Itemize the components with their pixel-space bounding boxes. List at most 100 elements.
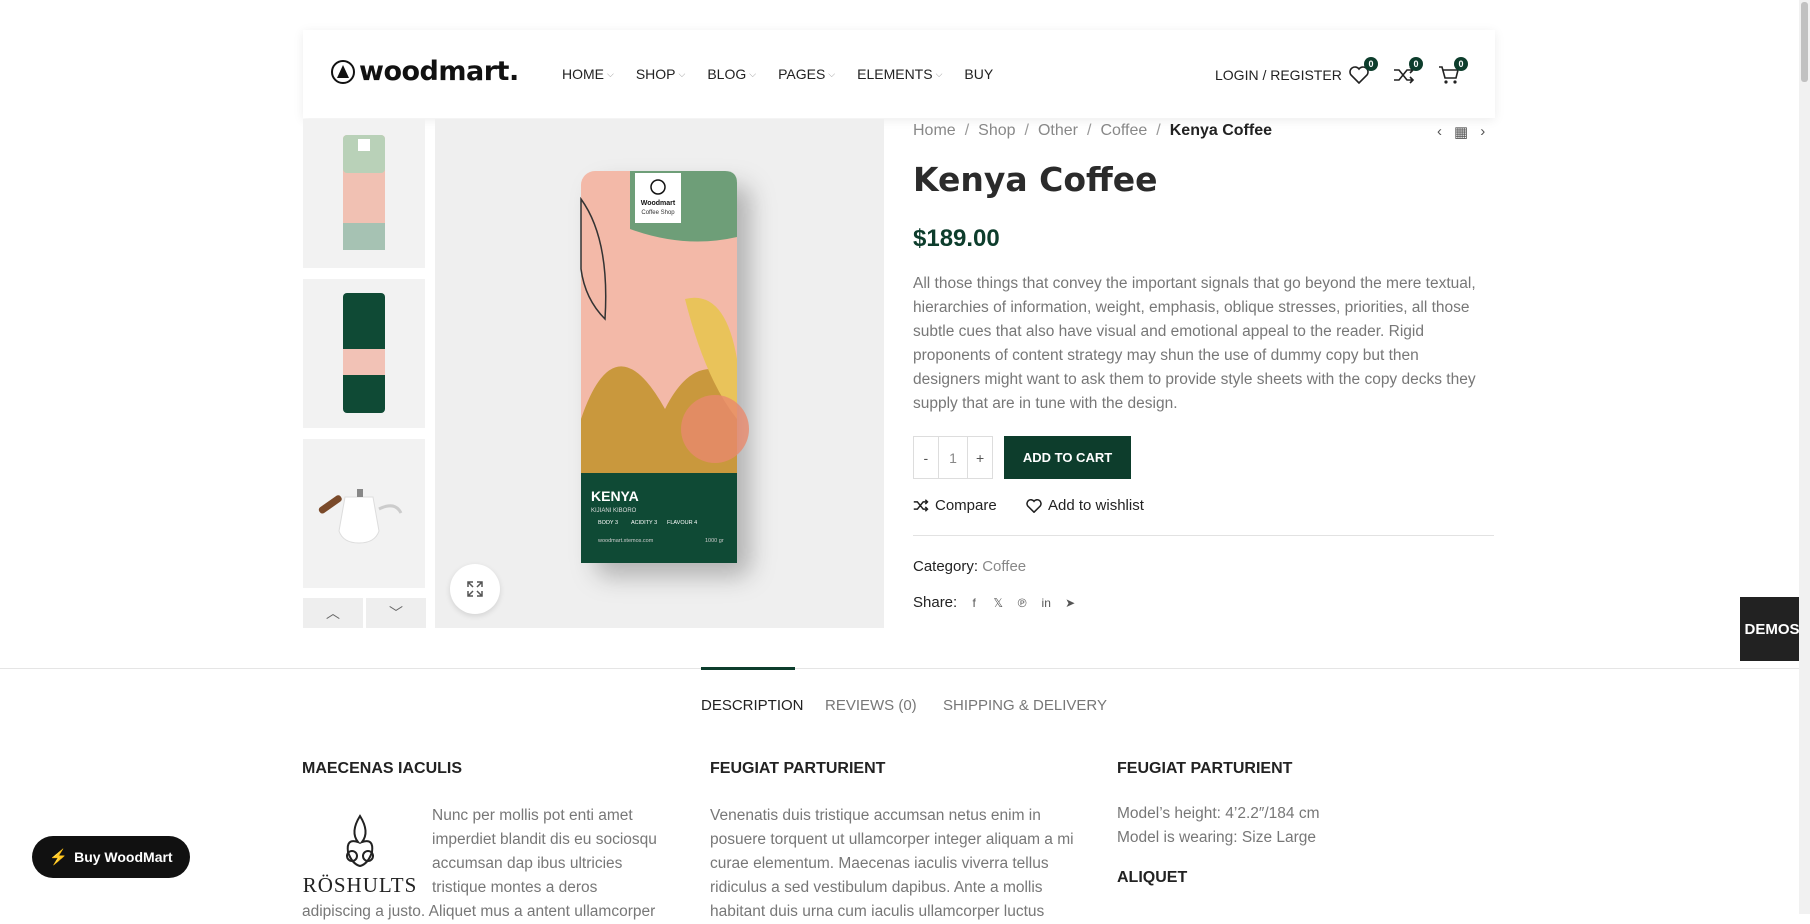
quantity-stepper: - 1 + [913, 436, 993, 479]
breadcrumb-separator: / [1156, 122, 1161, 139]
coffee-bag-pink-thumb [343, 135, 385, 250]
nav-elements[interactable]: ELEMENTS ⌵ [857, 66, 942, 82]
coffee-bag-green-thumb [343, 293, 385, 413]
nav-label: SHOP [635, 66, 676, 82]
gallery-thumb-1[interactable] [303, 119, 425, 268]
chevron-right-icon[interactable]: › [1480, 123, 1485, 141]
cart-button[interactable]: 0 [1437, 57, 1468, 87]
cart-count-badge: 0 [1454, 57, 1468, 71]
tabs-divider [0, 668, 1799, 669]
gallery-thumb-3[interactable] [303, 439, 425, 588]
nav-label: BUY [964, 66, 994, 82]
compare-link[interactable]: Compare [913, 497, 997, 514]
pack-brand-text: Woodmart [641, 200, 676, 207]
divider [913, 535, 1494, 536]
product-category: Category: Coffee [913, 558, 1026, 575]
logo-tree-icon [331, 59, 355, 84]
roshults-logo-text: RÖSHULTS [302, 873, 418, 897]
col2-text: Venenatis duis tristique accumsan netus … [710, 807, 1074, 920]
nav-blog[interactable]: BLOG ⌵ [707, 66, 756, 82]
category-link[interactable]: Coffee [982, 558, 1026, 575]
buy-woodmart-button[interactable]: ⚡ Buy WoodMart [32, 836, 190, 878]
thumb-next-button[interactable]: ﹀ [366, 598, 426, 628]
nav-shop[interactable]: SHOP ⌵ [636, 66, 686, 82]
pack-tag: FLAVOUR 4 [667, 520, 697, 526]
facebook-icon[interactable]: f [967, 596, 981, 610]
model-size: Model is wearing: Size Large [1117, 829, 1317, 846]
pack-sub-text: KIJIANI KIBORO [591, 508, 637, 514]
compare-count-badge: 0 [1409, 57, 1423, 71]
share-label: Share: [913, 594, 958, 611]
tab-shipping-delivery[interactable]: SHIPPING & DELIVERY [943, 697, 1107, 714]
site-logo[interactable]: woodmart. [331, 56, 519, 87]
tab-description[interactable]: DESCRIPTION [701, 697, 804, 714]
col3-heading2: ALIQUET [1117, 869, 1188, 886]
login-register-link[interactable]: LOGIN / REGISTER [1215, 67, 1342, 83]
breadcrumb-shop[interactable]: Shop [978, 122, 1015, 139]
pinterest-icon[interactable]: ℗ [1015, 596, 1029, 610]
product-price: $189.00 [913, 225, 1000, 252]
chevron-down-icon: ⌵ [749, 68, 757, 79]
nav-buy[interactable]: BUY [964, 66, 993, 82]
nav-label: BLOG [707, 66, 747, 82]
col1-text-wrap: adipiscing a justo. Aliquet mus a antent… [302, 903, 656, 920]
scrollbar-thumb[interactable] [1801, 2, 1808, 82]
scrollbar[interactable] [1799, 0, 1810, 914]
share-row: Share: f 𝕏 ℗ in ➤ [913, 594, 1077, 611]
nav-pages[interactable]: PAGES ⌵ [778, 66, 835, 82]
pack-weight-text: 1000 gr [705, 538, 724, 544]
breadcrumb-separator: / [964, 122, 970, 139]
col3-heading: FEUGIAT PARTURIENT [1117, 760, 1293, 777]
gallery-thumb-2[interactable] [303, 279, 425, 428]
pack-tag: ACIDITY 3 [631, 520, 657, 526]
expand-icon [467, 581, 483, 597]
qty-input[interactable]: 1 [937, 437, 969, 478]
chevron-down-icon: ⌵ [678, 68, 686, 79]
pack-shop-text: Coffee Shop [641, 210, 675, 216]
compare-label: Compare [935, 497, 997, 514]
chevron-left-icon[interactable]: ‹ [1437, 123, 1442, 141]
breadcrumb-coffee[interactable]: Coffee [1100, 122, 1147, 139]
lightning-icon: ⚡ [49, 849, 69, 866]
qty-minus-button[interactable]: - [914, 437, 938, 478]
logo-text: woodmart. [359, 56, 519, 87]
thumb-prev-button[interactable]: ︿ [303, 598, 363, 628]
telegram-icon[interactable]: ➤ [1063, 596, 1077, 610]
qty-plus-button[interactable]: + [968, 437, 992, 478]
x-icon[interactable]: 𝕏 [991, 596, 1005, 610]
wishlist-count-badge: 0 [1364, 57, 1378, 71]
main-product-image[interactable]: Woodmart Coffee Shop KENYA KIJIANI KIBOR… [435, 119, 884, 628]
breadcrumb-home[interactable]: Home [913, 122, 956, 139]
chevron-down-icon: ⌵ [935, 68, 943, 79]
linkedin-icon[interactable]: in [1039, 596, 1053, 610]
col2-heading: FEUGIAT PARTURIENT [710, 760, 886, 777]
pack-url-text: woodmart.xtemos.com [597, 538, 654, 544]
category-label: Category: [913, 558, 979, 575]
coffee-bag-image: Woodmart Coffee Shop KENYA KIJIANI KIBOR… [580, 171, 749, 563]
add-to-cart-button[interactable]: ADD TO CART [1004, 436, 1131, 479]
wishlist-button[interactable]: 0 [1347, 57, 1378, 87]
tab-reviews[interactable]: REVIEWS (0) [825, 697, 917, 714]
flame-logo-icon [346, 814, 374, 868]
product-description: All those things that convey the importa… [913, 275, 1476, 412]
chevron-down-icon: ﹀ [389, 605, 403, 621]
chevron-down-icon: ⌵ [607, 68, 614, 79]
breadcrumb-separator: / [1024, 122, 1029, 139]
wishlist-label: Add to wishlist [1048, 497, 1144, 514]
grid-icon[interactable]: ▦ [1454, 123, 1468, 141]
nav-label: ELEMENTS [857, 66, 933, 82]
product-title: Kenya Coffee [913, 160, 1158, 199]
breadcrumb-current: Kenya Coffee [1169, 122, 1272, 139]
chevron-down-icon: ⌵ [828, 68, 836, 79]
nav-home[interactable]: HOME ⌵ [562, 66, 614, 82]
breadcrumb-other[interactable]: Other [1038, 122, 1078, 139]
breadcrumb-separator: / [1086, 122, 1092, 139]
main-nav: HOME ⌵ SHOP ⌵ BLOG ⌵ PAGES ⌵ ELEMENTS ⌵ BUY [562, 66, 1015, 82]
active-tab-indicator [701, 667, 795, 670]
chevron-up-icon: ︿ [326, 605, 340, 621]
zoom-button[interactable] [450, 564, 500, 614]
add-to-wishlist-link[interactable]: Add to wishlist [1026, 497, 1144, 514]
compare-button[interactable]: 0 [1392, 57, 1423, 87]
roshults-logo: RÖSHULTS [302, 812, 418, 897]
demos-button[interactable]: DEMOS [1740, 597, 1804, 661]
